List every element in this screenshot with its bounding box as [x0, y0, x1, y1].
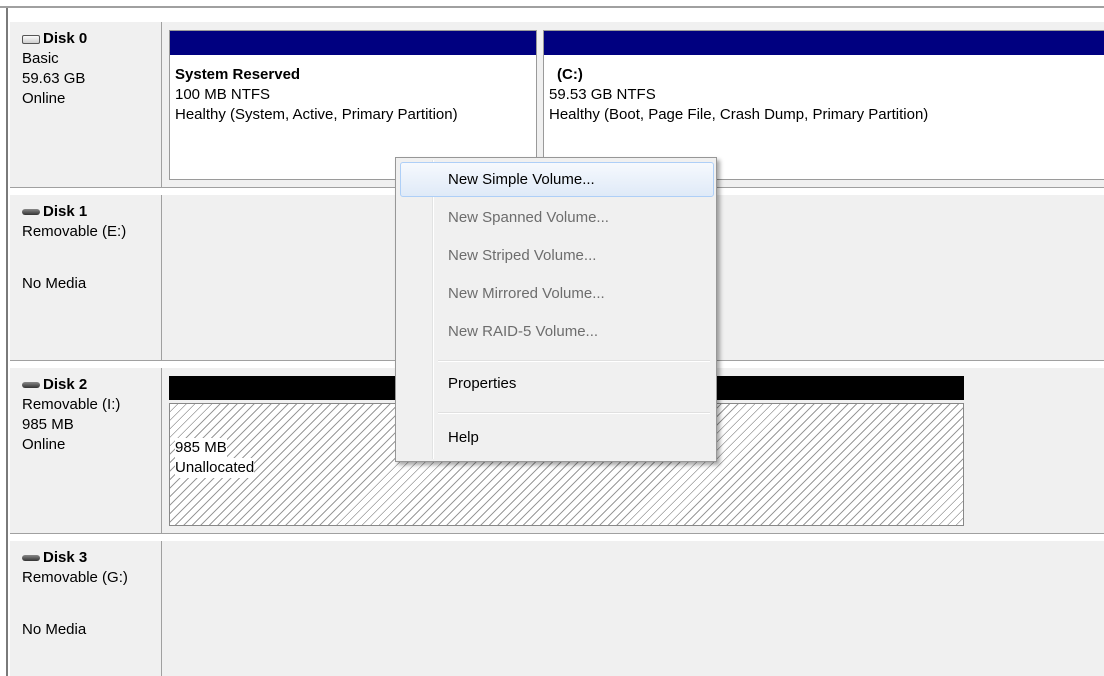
disk-0-status: Online [22, 90, 66, 107]
partition-bar [544, 31, 1104, 55]
partition-status: Healthy (System, Active, Primary Partiti… [175, 106, 458, 123]
top-border [0, 0, 1104, 8]
menu-new-simple-volume[interactable]: New Simple Volume... [400, 162, 714, 197]
menu-new-raid5-volume[interactable]: New RAID-5 Volume... [400, 314, 714, 349]
disk-2-title: Disk 2 [22, 375, 161, 395]
removable-disk-icon [22, 555, 40, 561]
disk-3-type: Removable (G:) [22, 569, 128, 586]
basic-disk-icon [22, 34, 40, 44]
disk-2-name: Disk 2 [43, 376, 88, 393]
disk-1-name: Disk 1 [43, 203, 88, 220]
partition-size: 100 MB NTFS [175, 86, 271, 103]
menu-properties[interactable]: Properties [400, 366, 714, 401]
disk-3-title: Disk 3 [22, 548, 161, 568]
disk-1-status: No Media [22, 275, 87, 292]
context-menu: New Simple Volume... New Spanned Volume.… [395, 157, 717, 462]
disk-2-info[interactable]: Disk 2 Removable (I:) 985 MB Online [10, 368, 162, 534]
partition-bar [170, 31, 536, 55]
disk-0-type: Basic [22, 50, 59, 67]
disk-3-name: Disk 3 [43, 549, 88, 566]
disk-1-type: Removable (E:) [22, 223, 127, 240]
disk-1-info[interactable]: Disk 1 Removable (E:) No Media [10, 195, 162, 361]
disk-3-info[interactable]: Disk 3 Removable (G:) No Media [10, 541, 162, 676]
menu-new-mirrored-volume[interactable]: New Mirrored Volume... [400, 276, 714, 311]
disk-0-info[interactable]: Disk 0 Basic 59.63 GB Online [10, 22, 162, 188]
menu-separator [438, 360, 710, 362]
disk-2-status: Online [22, 436, 66, 453]
unallocated-label: Unallocated [175, 458, 255, 478]
unallocated-size: 985 MB [175, 438, 227, 458]
menu-help[interactable]: Help [400, 420, 714, 455]
partition-label: (C:) [557, 66, 583, 83]
partition-label: System Reserved [175, 66, 301, 83]
disk-0-title: Disk 0 [22, 29, 161, 49]
disk-2-type: Removable (I:) [22, 396, 121, 413]
removable-disk-icon [22, 209, 40, 215]
disk-3-status: No Media [22, 621, 87, 638]
menu-new-striped-volume[interactable]: New Striped Volume... [400, 238, 714, 273]
left-border [0, 8, 8, 676]
menu-new-spanned-volume[interactable]: New Spanned Volume... [400, 200, 714, 235]
disk-3-size [22, 588, 161, 608]
disk-1-size [22, 242, 161, 262]
disk-0-name: Disk 0 [43, 30, 88, 47]
disk-1-title: Disk 1 [22, 202, 161, 222]
disk-2-size: 985 MB [22, 416, 74, 433]
partition-size: 59.53 GB NTFS [549, 86, 656, 103]
disk-0-size: 59.63 GB [22, 70, 86, 87]
partition-status: Healthy (Boot, Page File, Crash Dump, Pr… [549, 106, 929, 123]
disk-3-area [162, 541, 1104, 676]
menu-separator [438, 412, 710, 414]
removable-disk-icon [22, 382, 40, 388]
